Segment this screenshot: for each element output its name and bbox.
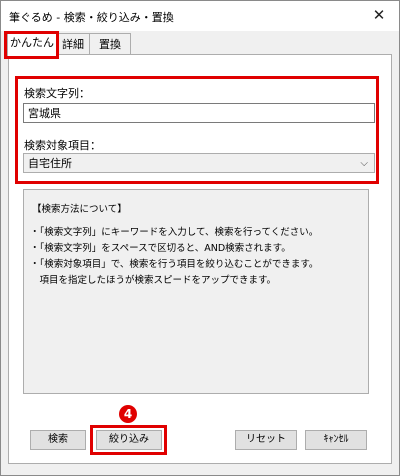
window-title: 筆ぐるめ - 検索・絞り込み・置換 bbox=[9, 11, 174, 24]
step-number-badge: 4 bbox=[119, 405, 137, 423]
search-target-select[interactable]: 自宅住所 ⌵ bbox=[23, 153, 375, 173]
filter-button[interactable]: 絞り込み bbox=[96, 430, 162, 450]
reset-button[interactable]: リセット bbox=[235, 430, 297, 450]
help-line: ・「検索文字列」をスペースで区切ると、AND検索されます。 bbox=[30, 243, 291, 254]
title-bar: 筆ぐるめ - 検索・絞り込み・置換 ✕ bbox=[1, 1, 399, 31]
help-box: 【検索方法について】 ・「検索文字列」にキーワードを入力して、検索を行ってくださ… bbox=[23, 189, 369, 394]
close-button[interactable]: ✕ bbox=[369, 5, 389, 25]
dialog-window: 筆ぐるめ - 検索・絞り込み・置換 ✕ かんたん 詳細 置換 検索文字列： 宮城… bbox=[0, 0, 400, 476]
cancel-button[interactable]: ｷｬﾝｾﾙ bbox=[305, 430, 367, 450]
help-line: ・「検索対象項目」で、検索を行う項目を絞り込むことができます。 bbox=[30, 259, 319, 270]
help-line: ・「検索文字列」にキーワードを入力して、検索を行ってください。 bbox=[30, 227, 319, 238]
tab-shousai[interactable]: 詳細 bbox=[55, 33, 91, 56]
search-target-label: 検索対象項目： bbox=[24, 139, 101, 152]
chevron-down-icon: ⌵ bbox=[360, 158, 368, 169]
help-heading: 【検索方法について】 bbox=[32, 204, 127, 215]
search-target-value: 自宅住所 bbox=[28, 157, 72, 170]
search-text-label: 検索文字列： bbox=[24, 87, 90, 100]
search-button[interactable]: 検索 bbox=[30, 430, 86, 450]
tab-chikan[interactable]: 置換 bbox=[89, 33, 131, 56]
search-text-input[interactable]: 宮城県 bbox=[23, 103, 375, 123]
help-line: 項目を指定したほうが検索スピードをアップできます。 bbox=[30, 275, 277, 286]
tab-kantan[interactable]: かんたん bbox=[7, 31, 57, 56]
